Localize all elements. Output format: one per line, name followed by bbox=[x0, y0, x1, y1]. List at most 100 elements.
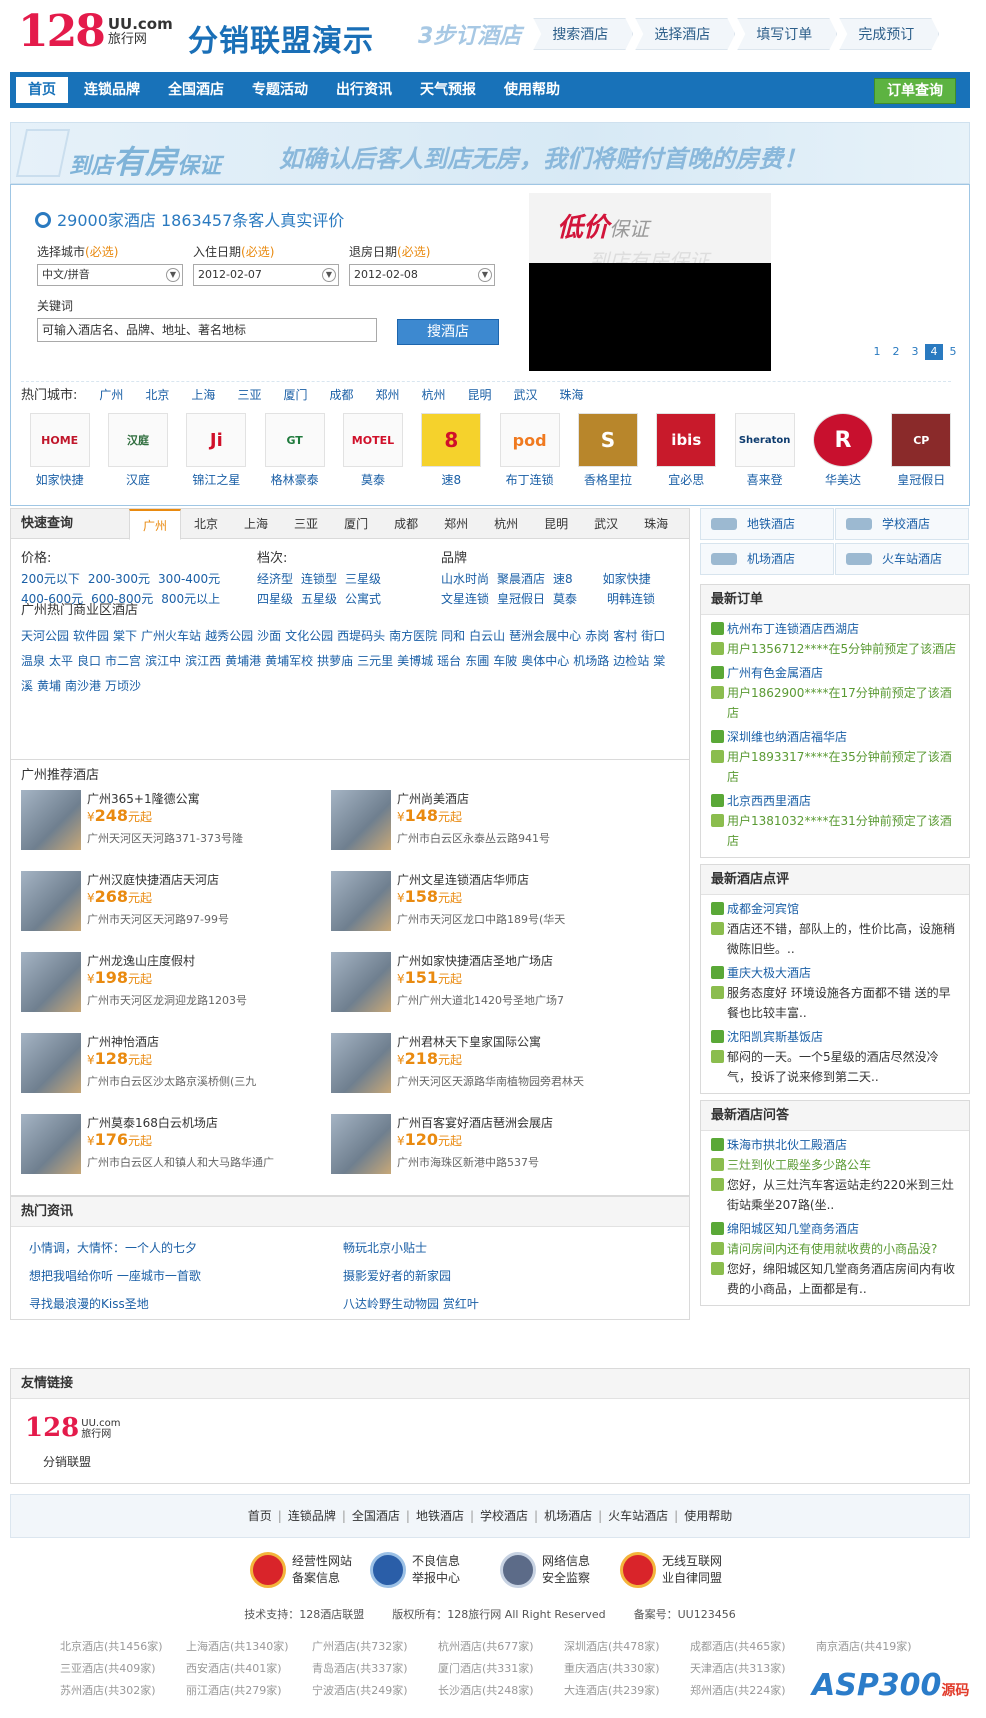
brand-link[interactable]: 速8 bbox=[553, 572, 573, 586]
hotel-photo[interactable] bbox=[331, 952, 391, 1012]
district-link[interactable]: 棠下 bbox=[113, 629, 137, 643]
footer-link[interactable]: 地铁酒店 bbox=[410, 1509, 470, 1523]
nav-home[interactable]: 首页 bbox=[16, 77, 68, 103]
district-link[interactable]: 白云山 bbox=[469, 629, 505, 643]
airport-hotel-button[interactable]: 机场酒店 bbox=[700, 543, 834, 575]
hotel-photo[interactable] bbox=[331, 790, 391, 850]
district-link[interactable]: 西堤码头 bbox=[337, 629, 385, 643]
search-hotel-button[interactable]: 搜酒店 bbox=[397, 319, 499, 345]
partner-logo[interactable]: 128 UU.com 旅行网 分销联盟 bbox=[25, 1413, 120, 1470]
hotel-card[interactable]: 广州365+1隆德公寓 ¥248元起 广州天河区天河路371-373号隆 bbox=[21, 790, 351, 856]
hotel-photo[interactable] bbox=[21, 871, 81, 931]
district-link[interactable]: 良口 bbox=[77, 654, 101, 668]
city-hotel-link[interactable]: 重庆酒店(共330家) bbox=[564, 1658, 690, 1680]
hot-city-link[interactable]: 珠海 bbox=[560, 388, 584, 402]
city-hotel-link[interactable]: 上海酒店(共1340家) bbox=[186, 1636, 312, 1658]
brand-link[interactable]: 聚晨酒店 bbox=[497, 572, 545, 586]
footer-link[interactable]: 全国酒店 bbox=[346, 1509, 406, 1523]
city-hotel-link[interactable]: 杭州酒店(共677家) bbox=[438, 1636, 564, 1658]
hotel-name[interactable]: 广州尚美酒店 bbox=[397, 790, 469, 807]
footer-link[interactable]: 机场酒店 bbox=[538, 1509, 598, 1523]
keyword-input[interactable]: 可输入酒店名、品牌、地址、著名地标 bbox=[37, 318, 377, 342]
hot-city-link[interactable]: 上海 bbox=[191, 388, 215, 402]
district-link[interactable]: 奥体中心 bbox=[521, 654, 569, 668]
chevron-down-icon[interactable]: ▼ bbox=[322, 268, 336, 282]
district-link[interactable]: 黄埔军校 bbox=[265, 654, 313, 668]
city-hotel-link[interactable]: 南京酒店(共419家) bbox=[816, 1636, 942, 1658]
hot-city-link[interactable]: 三亚 bbox=[237, 388, 261, 402]
news-link[interactable]: 八达岭野生动物园 赏红叶 bbox=[343, 1295, 479, 1312]
city-hotel-link[interactable]: 北京酒店(共1456家) bbox=[60, 1636, 186, 1658]
district-link[interactable]: 同和 bbox=[441, 629, 465, 643]
order-query-button[interactable]: 订单查询 bbox=[874, 78, 956, 104]
brand-item[interactable]: HOME 如家快捷 bbox=[21, 413, 98, 488]
brand-item[interactable]: Ji 锦江之星 bbox=[178, 413, 255, 488]
hot-city-link[interactable]: 杭州 bbox=[422, 388, 446, 402]
price-link[interactable]: 300-400元 bbox=[158, 572, 220, 586]
brand-item[interactable]: pod 布丁连锁 bbox=[491, 413, 568, 488]
level-link[interactable]: 三星级 bbox=[345, 572, 381, 586]
hotel-name[interactable]: 广州365+1隆德公寓 bbox=[87, 790, 200, 807]
district-link[interactable]: 文化公园 bbox=[285, 629, 333, 643]
footer-link[interactable]: 学校酒店 bbox=[474, 1509, 534, 1523]
hotel-name[interactable]: 广州文星连锁酒店华师店 bbox=[397, 871, 529, 888]
hotel-photo[interactable] bbox=[331, 1114, 391, 1174]
district-link[interactable]: 沙面 bbox=[257, 629, 281, 643]
brand-item[interactable]: 8 速8 bbox=[413, 413, 490, 488]
chevron-down-icon[interactable]: ▼ bbox=[478, 268, 492, 282]
cert-badge[interactable]: 无线互联网 业自律同盟 bbox=[620, 1548, 722, 1592]
district-link[interactable]: 瑶台 bbox=[437, 654, 461, 668]
hotel-photo[interactable] bbox=[331, 871, 391, 931]
city-hotel-link[interactable]: 厦门酒店(共331家) bbox=[438, 1658, 564, 1680]
city-tab[interactable]: 广州 bbox=[129, 509, 182, 540]
hot-city-link[interactable]: 厦门 bbox=[283, 388, 307, 402]
nav-brands[interactable]: 连锁品牌 bbox=[72, 77, 152, 103]
news-link[interactable]: 小情调，大情怀：一个人的七夕 bbox=[29, 1239, 197, 1256]
hot-city-link[interactable]: 昆明 bbox=[468, 388, 492, 402]
nav-travel-news[interactable]: 出行资讯 bbox=[324, 77, 404, 103]
city-tab[interactable]: 杭州 bbox=[481, 509, 531, 538]
checkin-date-field[interactable]: 2012-02-07 ▼ bbox=[193, 264, 339, 286]
district-link[interactable]: 软件园 bbox=[73, 629, 109, 643]
city-hotel-link[interactable]: 天津酒店(共313家) bbox=[690, 1658, 816, 1680]
district-link[interactable]: 机场路 bbox=[573, 654, 609, 668]
city-tab[interactable]: 厦门 bbox=[331, 509, 381, 538]
hot-city-link[interactable]: 北京 bbox=[145, 388, 169, 402]
district-link[interactable]: 南方医院 bbox=[389, 629, 437, 643]
district-link[interactable]: 黄埔 bbox=[37, 679, 61, 693]
brand-item[interactable]: MOTEL 莫泰 bbox=[334, 413, 411, 488]
hotel-card[interactable]: 广州如家快捷酒店圣地广场店 ¥151元起 广州广州大道北1420号圣地广场7 bbox=[331, 952, 661, 1018]
city-hotel-link[interactable]: 宁波酒店(共249家) bbox=[312, 1680, 438, 1702]
district-link[interactable]: 南沙港 bbox=[65, 679, 101, 693]
city-select[interactable]: 中文/拼音 ▼ bbox=[37, 264, 183, 286]
hotel-card[interactable]: 广州百客宴好酒店琶洲会展店 ¥120元起 广州市海珠区新港中路537号 bbox=[331, 1114, 661, 1180]
district-link[interactable]: 客村 bbox=[613, 629, 637, 643]
hotel-name[interactable]: 广州如家快捷酒店圣地广场店 bbox=[397, 952, 553, 969]
district-link[interactable]: 东圃 bbox=[465, 654, 489, 668]
brand-item[interactable]: Sheraton 喜来登 bbox=[726, 413, 803, 488]
hotel-name[interactable]: 广州百客宴好酒店琶洲会展店 bbox=[397, 1114, 553, 1131]
chevron-down-icon[interactable]: ▼ bbox=[166, 268, 180, 282]
footer-link[interactable]: 火车站酒店 bbox=[602, 1509, 674, 1523]
site-logo[interactable]: 128 UU.com 旅行网 bbox=[18, 10, 173, 54]
city-tab[interactable]: 郑州 bbox=[431, 509, 481, 538]
page-1[interactable]: 1 bbox=[868, 344, 886, 360]
district-link[interactable]: 万顷沙 bbox=[105, 679, 141, 693]
district-link[interactable]: 车陂 bbox=[493, 654, 517, 668]
district-link[interactable]: 琶洲会展中心 bbox=[509, 629, 581, 643]
brand-item[interactable]: S 香格里拉 bbox=[569, 413, 646, 488]
station-hotel-button[interactable]: 火车站酒店 bbox=[835, 543, 969, 575]
checkout-date-field[interactable]: 2012-02-08 ▼ bbox=[349, 264, 495, 286]
city-tab[interactable]: 成都 bbox=[381, 509, 431, 538]
district-link[interactable]: 天河公园 bbox=[21, 629, 69, 643]
nav-events[interactable]: 专题活动 bbox=[240, 77, 320, 103]
hotel-photo[interactable] bbox=[21, 1033, 81, 1093]
city-tab[interactable]: 武汉 bbox=[581, 509, 631, 538]
nav-help[interactable]: 使用帮助 bbox=[492, 77, 572, 103]
hot-city-link[interactable]: 广州 bbox=[99, 388, 123, 402]
hotel-card[interactable]: 广州文星连锁酒店华师店 ¥158元起 广州市天河区龙口中路189号(华天 bbox=[331, 871, 661, 937]
hotel-card[interactable]: 广州龙逸山庄度假村 ¥198元起 广州市天河区龙洞迎龙路1203号 bbox=[21, 952, 351, 1018]
page-3[interactable]: 3 bbox=[906, 344, 924, 360]
hotel-name[interactable]: 广州莫泰168白云机场店 bbox=[87, 1114, 218, 1131]
district-link[interactable]: 滨江西 bbox=[185, 654, 221, 668]
